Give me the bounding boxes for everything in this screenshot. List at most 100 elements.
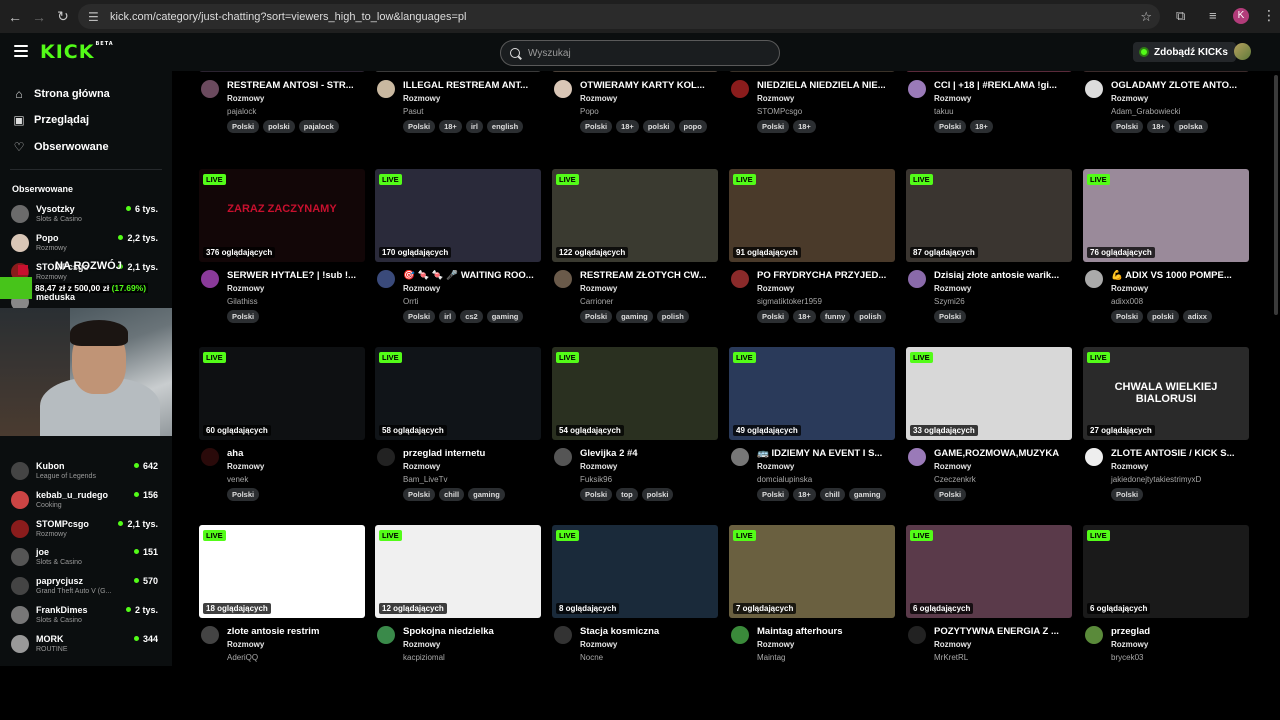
stream-thumbnail[interactable]: LIVE 6 oglądających (1083, 525, 1249, 618)
streamer-name[interactable]: Pasut (403, 107, 423, 116)
streamer-avatar[interactable] (1085, 448, 1103, 466)
stream-tag[interactable]: chill (819, 488, 845, 501)
stream-tag[interactable]: polish (656, 310, 689, 323)
back-icon[interactable]: ← (6, 8, 24, 26)
stream-tag[interactable]: top (616, 488, 638, 501)
stream-tag[interactable]: cs2 (460, 310, 483, 323)
streamer-avatar[interactable] (377, 448, 395, 466)
followed-channel[interactable]: Vysotzky Slots & Casino 6 tys. (11, 202, 169, 230)
stream-title[interactable]: Maintag afterhours (757, 626, 897, 637)
stream-title[interactable]: SERWER HYTALE? | !sub !... (227, 270, 367, 281)
streamer-name[interactable]: Adam_Grabowiecki (1111, 107, 1180, 116)
streamer-avatar[interactable] (731, 448, 749, 466)
stream-tag[interactable]: Polski (580, 120, 613, 133)
stream-title[interactable]: POZYTYWNA ENERGIA Z ... (934, 626, 1074, 637)
streamer-name[interactable]: Gilathiss (227, 297, 258, 306)
kick-logo[interactable]: KICKBETA (40, 41, 114, 63)
stream-tag[interactable]: gaming (486, 310, 524, 323)
stream-tag[interactable]: polski (263, 120, 295, 133)
stream-thumbnail[interactable]: LIVE 170 oglądających (375, 169, 541, 262)
stream-category[interactable]: Rozmowy (934, 640, 971, 649)
search-box[interactable] (500, 40, 780, 66)
streamer-name[interactable]: sigmatiktoker1959 (757, 297, 822, 306)
stream-tag[interactable]: adixx (1182, 310, 1212, 323)
stream-tag[interactable]: polski (642, 120, 675, 133)
stream-tag[interactable]: Polski (403, 120, 436, 133)
stream-thumbnail[interactable]: LIVE 76 oglądających (1083, 169, 1249, 262)
stream-tag[interactable]: Polski (403, 310, 436, 323)
stream-tag[interactable]: pajalock (298, 120, 339, 133)
stream-title[interactable]: OTWIERAMY KARTY KOL... (580, 80, 720, 91)
hamburger-menu-icon[interactable] (14, 45, 28, 57)
browser-profile-avatar[interactable]: K (1233, 8, 1249, 24)
stream-thumbnail[interactable]: 2,6 tys. oglądających (552, 71, 718, 72)
followed-channel[interactable]: Kubon League of Legends 642 (11, 459, 169, 487)
streamer-avatar[interactable] (908, 448, 926, 466)
stream-tag[interactable]: Polski (757, 120, 790, 133)
streamer-avatar[interactable] (377, 80, 395, 98)
stream-thumbnail[interactable]: 2,8 tys. oglądających (375, 71, 541, 72)
stream-category[interactable]: Rozmowy (934, 284, 971, 293)
streamer-name[interactable]: Popo (580, 107, 599, 116)
streamer-avatar[interactable] (201, 270, 219, 288)
streamer-name[interactable]: brycek03 (1111, 653, 1143, 662)
stream-thumbnail[interactable]: LIVE 49 oglądających (729, 347, 895, 440)
stream-tag[interactable]: polski (1147, 310, 1179, 323)
streamer-avatar[interactable] (908, 626, 926, 644)
streamer-name[interactable]: Czeczenkrk (934, 475, 976, 484)
stream-title[interactable]: Stacja kosmiczna (580, 626, 720, 637)
stream-title[interactable]: 🎯 🍬 🍬 🎤 WAITING ROO... (403, 270, 543, 281)
browser-menu-icon[interactable]: ⋮ (1262, 7, 1276, 24)
sidebar-item-home[interactable]: ⌂ Strona główna (12, 84, 109, 104)
streamer-name[interactable]: MrKretRL (934, 653, 968, 662)
user-avatar[interactable] (1234, 43, 1251, 60)
streamer-name[interactable]: pajalock (227, 107, 256, 116)
stream-title[interactable]: Glevijka 2 #4 (580, 448, 720, 459)
streamer-name[interactable]: AderiQQ (227, 653, 258, 662)
stream-tag[interactable]: Polski (757, 310, 790, 323)
streamer-name[interactable]: Nocne (580, 653, 603, 662)
stream-thumbnail[interactable]: LIVE 6 oglądających (906, 525, 1072, 618)
streamer-name[interactable]: adixx008 (1111, 297, 1143, 306)
stream-tag[interactable]: Polski (580, 310, 613, 323)
stream-thumbnail[interactable]: LIVE 91 oglądających (729, 169, 895, 262)
stream-tag[interactable]: 18+ (616, 120, 639, 133)
stream-category[interactable]: Rozmowy (227, 640, 264, 649)
streamer-name[interactable]: kacpiziomal (403, 653, 445, 662)
stream-thumbnail[interactable]: ZARAZ ZACZYNAMY LIVE 376 oglądających (199, 169, 365, 262)
stream-category[interactable]: Rozmowy (580, 640, 617, 649)
stream-tag[interactable]: Polski (227, 488, 260, 501)
stream-category[interactable]: Rozmowy (403, 640, 440, 649)
stream-tag[interactable]: Polski (403, 488, 436, 501)
followed-channel[interactable]: MORK ROUTINE 344 (11, 632, 169, 660)
stream-category[interactable]: Rozmowy (580, 462, 617, 471)
stream-tag[interactable]: polish (854, 310, 887, 323)
stream-tag[interactable]: 18+ (793, 120, 816, 133)
stream-category[interactable]: Rozmowy (403, 94, 440, 103)
stream-tag[interactable]: Polski (934, 488, 967, 501)
stream-thumbnail[interactable]: LIVE 54 oglądających (552, 347, 718, 440)
stream-thumbnail[interactable]: czyłem strim massfuna LIVE 18 oglądający… (199, 525, 365, 618)
followed-channel[interactable]: joe Slots & Casino 151 (11, 545, 169, 573)
streamer-name[interactable]: STOMPcsgo (757, 107, 802, 116)
followed-channel[interactable]: STOMPcsgo Rozmowy 2,1 tys. (11, 517, 169, 545)
stream-tag[interactable]: Polski (934, 120, 967, 133)
stream-tag[interactable]: gaming (848, 488, 886, 501)
stream-tag[interactable]: gaming (616, 310, 653, 323)
streamer-name[interactable]: Maintag (757, 653, 785, 662)
stream-tag[interactable]: popo (678, 120, 707, 133)
streamer-avatar[interactable] (1085, 270, 1103, 288)
streamer-avatar[interactable] (731, 270, 749, 288)
forward-icon[interactable]: → (30, 8, 48, 26)
stream-category[interactable]: Rozmowy (934, 462, 971, 471)
streamer-avatar[interactable] (377, 270, 395, 288)
stream-category[interactable]: Rozmowy (757, 462, 794, 471)
stream-thumbnail[interactable]: LIVE 60 oglądających (199, 347, 365, 440)
stream-thumbnail[interactable]: LIVE 12 oglądających (375, 525, 541, 618)
stream-category[interactable]: Rozmowy (580, 284, 617, 293)
search-input[interactable] (528, 47, 758, 59)
stream-tag[interactable]: Polski (580, 488, 613, 501)
stream-thumbnail[interactable]: 2,1 tys. oglądających (729, 71, 895, 72)
stream-thumbnail[interactable]: LIVE 122 oglądających (552, 169, 718, 262)
stream-thumbnail[interactable]: 2 tys. oglądających (906, 71, 1072, 72)
